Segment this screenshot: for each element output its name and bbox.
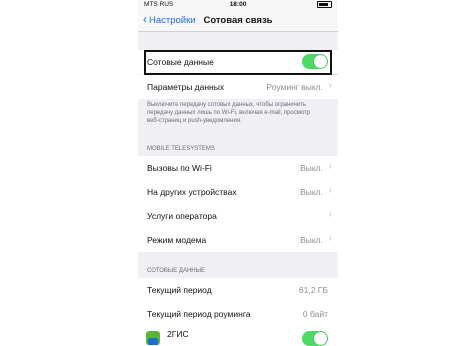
app-name: 2ГИС [167,329,189,339]
data-options-row[interactable]: Параметры данных Роуминг выкл. › [138,75,338,99]
section-header-usage: СОТОВЫЕ ДАННЫЕ [147,268,205,274]
modem-mode-label: Режим модема [147,235,207,245]
2gis-app-icon [146,331,160,345]
roaming-period-value: 0 байт [302,309,328,319]
current-period-row: Текущий период 61,2 ГБ [138,278,338,302]
app-cellular-toggle[interactable] [302,331,328,346]
cellular-data-toggle[interactable] [302,54,328,69]
chevron-right-icon: › [328,185,332,196]
roaming-period-label: Текущий период роуминга [147,309,251,319]
chevron-right-icon: › [328,209,332,220]
current-period-label: Текущий период [147,285,212,295]
cellular-data-label: Сотовые данные [147,57,214,67]
wifi-calls-label: Вызовы по Wi-Fi [147,163,212,173]
data-options-value: Роуминг выкл. [266,82,323,92]
other-devices-value: Выкл. [300,187,323,197]
modem-mode-row[interactable]: Режим модема Выкл. › [138,228,338,252]
chevron-right-icon: › [328,233,332,244]
navigation-bar: ‹ Настройки Сотовая связь [138,11,338,32]
chevron-right-icon: › [328,80,332,91]
modem-mode-value: Выкл. [300,235,323,245]
section-header-operator: MOBILE TELESYSTEMS [147,146,215,152]
status-bar: MTS RUS 18:00 [138,0,338,11]
page-title: Сотовая связь [203,15,273,26]
carrier-services-row[interactable]: Услуги оператора › [138,204,338,228]
wifi-calls-value: Выкл. [300,163,323,173]
data-options-label: Параметры данных [147,82,225,92]
chevron-right-icon: › [328,161,332,172]
current-period-value: 61,2 ГБ [298,285,328,295]
other-devices-label: На других устройствах [147,187,237,197]
cellular-data-footnote: Выключите передачу сотовых данных, чтобы… [147,102,311,124]
cellular-data-row[interactable]: Сотовые данные [138,50,338,74]
app-row-2gis[interactable]: 2ГИС [138,326,338,346]
clock: 18:00 [229,1,247,8]
phone-screen: MTS RUS 18:00 ‹ Настройки Сотовая связь С… [138,0,338,346]
roaming-period-row: Текущий период роуминга 0 байт [138,302,338,326]
wifi-calls-row[interactable]: Вызовы по Wi-Fi Выкл. › [138,156,338,180]
battery-icon [315,1,332,8]
carrier-services-label: Услуги оператора [147,211,217,221]
other-devices-row[interactable]: На других устройствах Выкл. › [138,180,338,204]
